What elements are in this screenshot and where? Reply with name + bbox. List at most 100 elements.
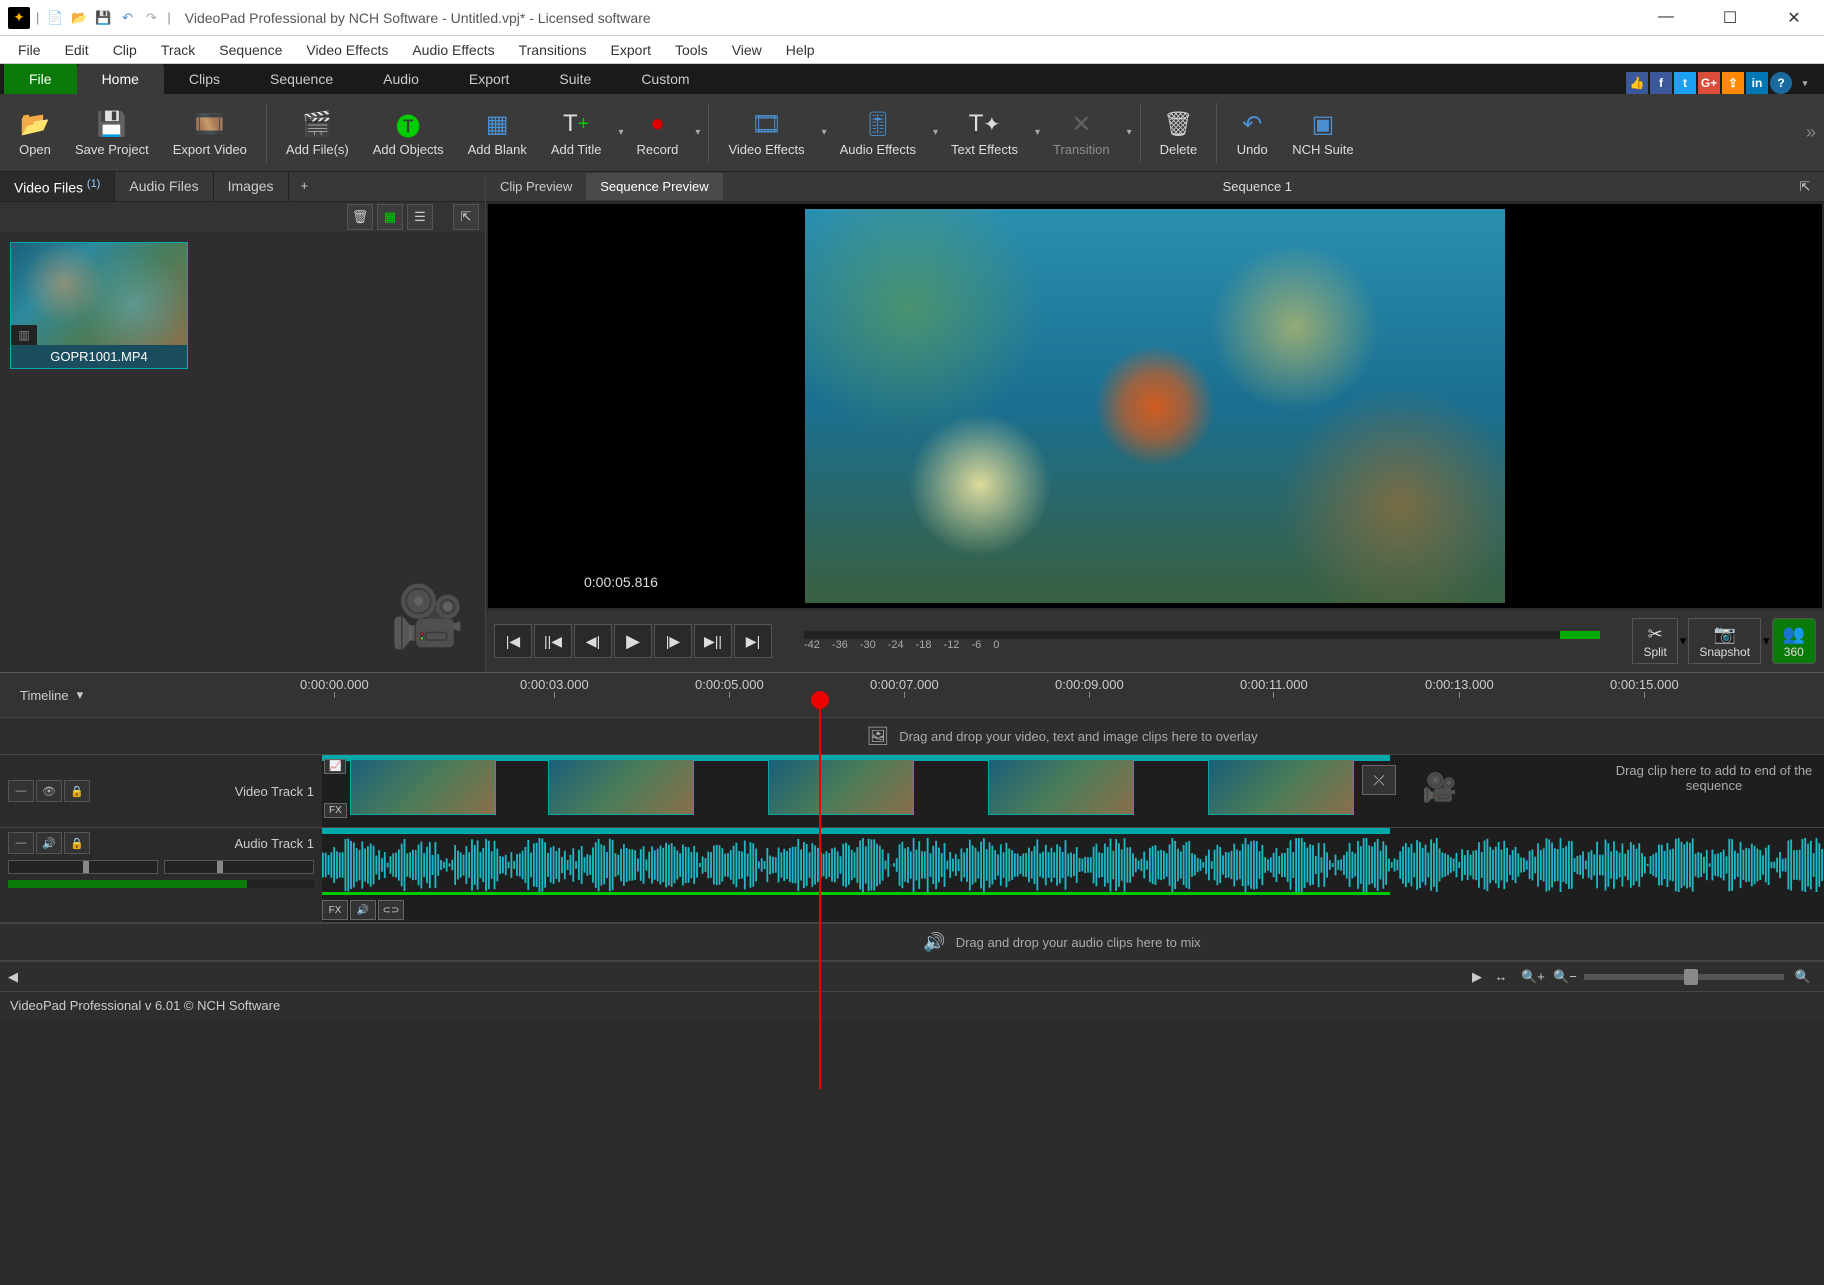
transition-drop-icon[interactable]: ▾ bbox=[1123, 127, 1132, 138]
menu-help[interactable]: Help bbox=[774, 38, 827, 62]
audio-effects-button[interactable]: 🎚Audio Effects bbox=[829, 103, 927, 162]
menu-sequence[interactable]: Sequence bbox=[207, 38, 294, 62]
audio-mute-button[interactable]: 🔊 bbox=[36, 832, 62, 854]
social-google-icon[interactable]: G+ bbox=[1698, 72, 1720, 94]
ribbon-tab-clips[interactable]: Clips bbox=[164, 64, 245, 94]
add-files-button[interactable]: 🎬Add File(s) bbox=[275, 103, 360, 162]
video-track-content[interactable]: 📈 FX ⤫ 🎥 Drag clip here to add to end of… bbox=[322, 755, 1824, 827]
scroll-left-icon[interactable]: ◀ bbox=[8, 969, 18, 985]
audio-lock-button[interactable]: 🔒 bbox=[64, 832, 90, 854]
vr-360-button[interactable]: 👥360 bbox=[1772, 618, 1816, 664]
track-collapse-button[interactable]: — bbox=[8, 780, 34, 802]
timeline-ruler[interactable]: 0:00:00.000 0:00:03.000 0:00:05.000 0:00… bbox=[300, 673, 1824, 717]
menu-edit[interactable]: Edit bbox=[53, 38, 101, 62]
play-button[interactable]: ▶ bbox=[614, 624, 652, 658]
add-blank-button[interactable]: ▦Add Blank bbox=[457, 103, 538, 162]
track-fx-badge[interactable]: FX bbox=[324, 803, 347, 818]
qa-redo-icon[interactable]: ↷ bbox=[141, 8, 161, 28]
bin-add-icon[interactable]: ▦ bbox=[377, 204, 403, 230]
zoom-slider[interactable] bbox=[1584, 974, 1784, 980]
audio-collapse-button[interactable]: — bbox=[8, 832, 34, 854]
bin-tab-images[interactable]: Images bbox=[214, 172, 289, 201]
ribbon-tab-audio[interactable]: Audio bbox=[358, 64, 444, 94]
ribbon-tab-file[interactable]: File bbox=[4, 64, 77, 94]
nch-suite-button[interactable]: ▣NCH Suite bbox=[1281, 103, 1364, 162]
bin-tab-video[interactable]: Video Files (1) bbox=[0, 172, 115, 201]
add-objects-button[interactable]: 🅣Add Objects bbox=[362, 103, 455, 162]
zoom-fit-icon[interactable]: 🔍 bbox=[1790, 966, 1816, 988]
menu-audioeffects[interactable]: Audio Effects bbox=[400, 38, 506, 62]
bin-popout-icon[interactable]: ⇱ bbox=[453, 204, 479, 230]
prev-clip-button[interactable]: ||◀ bbox=[534, 624, 572, 658]
scroll-right-icon[interactable]: ▶ bbox=[1472, 969, 1482, 985]
undo-button[interactable]: ↶Undo bbox=[1225, 103, 1279, 162]
video-fx-drop-icon[interactable]: ▾ bbox=[818, 127, 827, 138]
social-share-icon[interactable]: ⇪ bbox=[1722, 72, 1744, 94]
audio-volume-slider[interactable] bbox=[164, 860, 314, 874]
open-button[interactable]: 📂Open bbox=[8, 103, 62, 162]
transition-marker[interactable]: ⤫ bbox=[1362, 765, 1396, 795]
split-button[interactable]: ✂Split bbox=[1632, 618, 1677, 664]
timeline-clip[interactable] bbox=[988, 759, 1134, 815]
maximize-button[interactable]: ☐ bbox=[1716, 8, 1744, 28]
record-drop-icon[interactable]: ▾ bbox=[691, 127, 700, 138]
next-clip-button[interactable]: ▶|| bbox=[694, 624, 732, 658]
preview-popout-icon[interactable]: ⇱ bbox=[1792, 174, 1818, 200]
add-title-drop-icon[interactable]: ▾ bbox=[614, 127, 623, 138]
qa-open-icon[interactable]: 📂 bbox=[69, 8, 89, 28]
timeline-clip[interactable] bbox=[768, 759, 914, 815]
audio-link-badge[interactable]: ⊂⊃ bbox=[378, 900, 404, 920]
bin-delete-icon[interactable]: 🗑 bbox=[347, 204, 373, 230]
bin-tab-audio[interactable]: Audio Files bbox=[115, 172, 213, 201]
preview-tab-clip[interactable]: Clip Preview bbox=[486, 173, 586, 200]
timeline-clip[interactable] bbox=[1208, 759, 1354, 815]
menu-view[interactable]: View bbox=[720, 38, 774, 62]
social-help-icon[interactable]: ? bbox=[1770, 72, 1792, 94]
social-help-drop-icon[interactable]: ▾ bbox=[1794, 72, 1816, 94]
preview-tab-sequence[interactable]: Sequence Preview bbox=[586, 173, 722, 200]
social-linkedin-icon[interactable]: in bbox=[1746, 72, 1768, 94]
timeline-mode-selector[interactable]: Timeline▾ bbox=[0, 687, 300, 703]
text-effects-button[interactable]: T✦Text Effects bbox=[940, 103, 1029, 162]
text-fx-drop-icon[interactable]: ▾ bbox=[1031, 127, 1040, 138]
menu-track[interactable]: Track bbox=[149, 38, 207, 62]
ribbon-tab-export[interactable]: Export bbox=[444, 64, 534, 94]
export-video-button[interactable]: 🎞️Export Video bbox=[162, 103, 258, 162]
social-like-icon[interactable]: 👍 bbox=[1626, 72, 1648, 94]
timeline-playhead[interactable] bbox=[811, 691, 829, 709]
delete-button[interactable]: 🗑Delete bbox=[1149, 103, 1209, 162]
goto-start-button[interactable]: |◀ bbox=[494, 624, 532, 658]
audio-balance-slider[interactable] bbox=[8, 860, 158, 874]
fit-width-icon[interactable]: ↔ bbox=[1488, 966, 1514, 988]
track-curve-badge[interactable]: 📈 bbox=[324, 759, 346, 774]
audio-speaker-badge[interactable]: 🔊 bbox=[350, 900, 376, 920]
bin-content[interactable]: ✔ ▥ GOPR1001.MP4 🎥 bbox=[0, 232, 485, 672]
video-effects-button[interactable]: 🎞Video Effects bbox=[717, 103, 815, 162]
add-title-button[interactable]: T+Add Title bbox=[540, 103, 613, 162]
bin-tab-add[interactable]: + bbox=[289, 172, 321, 201]
social-twitter-icon[interactable]: t bbox=[1674, 72, 1696, 94]
menu-clip[interactable]: Clip bbox=[101, 38, 149, 62]
preview-viewport[interactable] bbox=[488, 204, 1822, 608]
qa-new-icon[interactable]: 📄 bbox=[45, 8, 65, 28]
minimize-button[interactable]: — bbox=[1652, 8, 1680, 28]
timeline-clip[interactable] bbox=[350, 759, 496, 815]
split-drop-icon[interactable]: ▾ bbox=[1680, 633, 1687, 649]
ribbon-tab-suite[interactable]: Suite bbox=[534, 64, 616, 94]
menu-transitions[interactable]: Transitions bbox=[507, 38, 599, 62]
track-visible-button[interactable]: 👁 bbox=[36, 780, 62, 802]
zoom-in-icon[interactable]: 🔍+ bbox=[1520, 966, 1546, 988]
qa-undo-icon[interactable]: ↶ bbox=[117, 8, 137, 28]
ribbon-more-icon[interactable]: » bbox=[1806, 122, 1816, 143]
menu-videoeffects[interactable]: Video Effects bbox=[294, 38, 400, 62]
snapshot-button[interactable]: 📷Snapshot bbox=[1688, 618, 1761, 664]
clip-thumbnail[interactable]: ✔ ▥ GOPR1001.MP4 bbox=[10, 242, 188, 369]
social-facebook-icon[interactable]: f bbox=[1650, 72, 1672, 94]
ribbon-tab-home[interactable]: Home bbox=[77, 64, 164, 94]
step-forward-button[interactable]: |▶ bbox=[654, 624, 692, 658]
close-button[interactable]: ✕ bbox=[1780, 8, 1808, 28]
audio-track-content[interactable]: FX 🔊 ⊂⊃ bbox=[322, 828, 1824, 922]
save-project-button[interactable]: 💾Save Project bbox=[64, 103, 160, 162]
audio-fx-drop-icon[interactable]: ▾ bbox=[929, 127, 938, 138]
menu-file[interactable]: File bbox=[6, 38, 53, 62]
